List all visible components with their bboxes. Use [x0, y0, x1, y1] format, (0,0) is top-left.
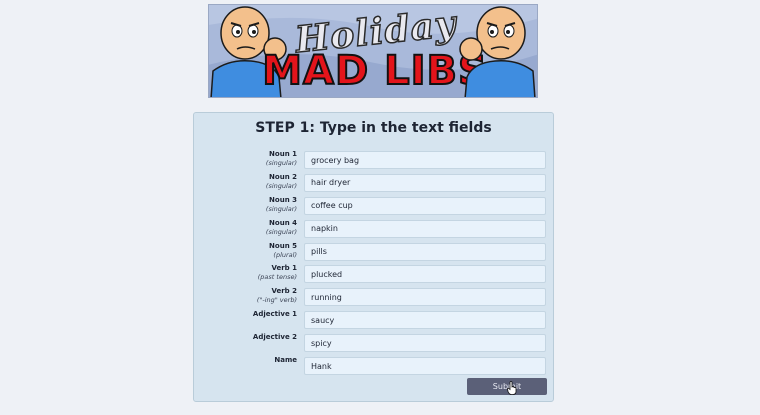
hand-pointer-icon [507, 381, 517, 395]
adjective-2-input[interactable] [304, 334, 546, 353]
field-label-hint: (plural) [273, 250, 297, 259]
field-label: Adjective 2 [207, 333, 297, 342]
mad-libs-form: STEP 1: Type in the text fields Noun 1 (… [193, 112, 554, 402]
field-label-text: Noun 4 [269, 218, 297, 227]
form-row-noun-4: Noun 4 (singular) [194, 219, 553, 242]
adjective-1-input[interactable] [304, 311, 546, 330]
name-input[interactable] [304, 357, 546, 376]
noun-4-input[interactable] [304, 219, 546, 238]
field-label-text: Adjective 1 [252, 310, 297, 319]
form-row-noun-1: Noun 1 (singular) [194, 150, 553, 173]
field-label: Adjective 1 [207, 310, 297, 319]
field-label-text: Verb 1 [271, 264, 297, 273]
form-row-noun-5: Noun 5 (plural) [194, 242, 553, 265]
field-label: Noun 4 (singular) [207, 219, 297, 236]
field-label: Verb 1 (past tense) [207, 264, 297, 281]
form-row-adjective-2: Adjective 2 [194, 333, 553, 356]
field-label: Noun 2 (singular) [207, 173, 297, 190]
noun-5-input[interactable] [304, 242, 546, 261]
form-row-name: Name [194, 356, 553, 379]
form-row-adjective-1: Adjective 1 [194, 310, 553, 333]
verb-2-input[interactable] [304, 288, 546, 307]
field-label-hint: (past tense) [257, 273, 297, 282]
field-label: Verb 2 ("-ing" verb) [207, 287, 297, 304]
field-label-hint: (singular) [265, 227, 297, 236]
page: Holiday MAD LIBS STEP 1: Type in the tex… [0, 0, 760, 415]
field-label-hint: (singular) [265, 204, 297, 213]
field-label-hint: (singular) [265, 181, 297, 190]
form-row-noun-3: Noun 3 (singular) [194, 196, 553, 219]
field-label-text: Name [274, 356, 297, 365]
form-fields: Noun 1 (singular) Noun 2 (singular) Noun… [194, 150, 553, 379]
field-label-hint: ("-ing" verb) [256, 296, 297, 305]
field-label-text: Noun 1 [269, 150, 297, 158]
field-label-text: Adjective 2 [252, 333, 297, 342]
verb-1-input[interactable] [304, 265, 546, 284]
noun-3-input[interactable] [304, 196, 546, 215]
field-label-text: Noun 3 [269, 195, 297, 204]
field-label-text: Noun 2 [269, 172, 297, 181]
form-row-verb-1: Verb 1 (past tense) [194, 264, 553, 287]
mascot-right-icon [459, 6, 536, 97]
noun-1-input[interactable] [304, 151, 546, 169]
field-label: Noun 1 (singular) [207, 150, 297, 167]
field-label-text: Noun 5 [269, 241, 297, 250]
holiday-mad-libs-banner: Holiday MAD LIBS [208, 4, 538, 98]
field-label: Noun 3 (singular) [207, 196, 297, 213]
field-label: Name [207, 356, 297, 365]
form-title: STEP 1: Type in the text fields [255, 120, 492, 136]
form-row-verb-2: Verb 2 ("-ing" verb) [194, 287, 553, 310]
noun-2-input[interactable] [304, 173, 546, 192]
field-label-text: Verb 2 [271, 287, 297, 296]
form-row-noun-2: Noun 2 (singular) [194, 173, 553, 196]
field-label-hint: (singular) [265, 159, 297, 167]
field-label: Noun 5 (plural) [207, 242, 297, 259]
